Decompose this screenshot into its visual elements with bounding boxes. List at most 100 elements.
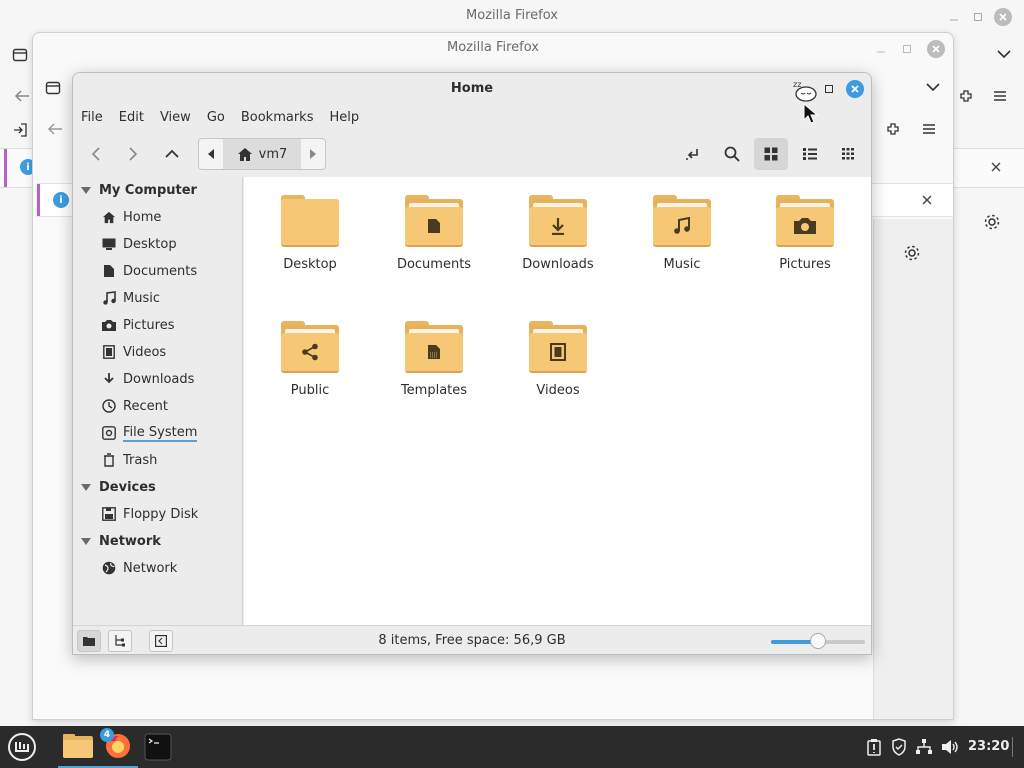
network-icon[interactable] — [914, 737, 934, 757]
search-icon — [724, 146, 740, 162]
path-right-button[interactable] — [301, 139, 325, 169]
icon-view-button[interactable] — [754, 138, 788, 170]
menu-icon[interactable] — [990, 86, 1010, 106]
maximize-button[interactable] — [968, 7, 988, 27]
extensions-icon[interactable] — [956, 86, 976, 106]
folder-label: Documents — [396, 257, 472, 272]
sidebar-item-music[interactable]: Music — [101, 288, 160, 308]
info-icon: i — [53, 192, 69, 208]
taskbar: 4 23:20 — [0, 726, 1024, 768]
folder-item-downloads[interactable]: Downloads — [503, 195, 613, 272]
zoom-slider-handle[interactable] — [810, 633, 826, 649]
location-toggle-button[interactable] — [675, 138, 709, 170]
folder-icon — [281, 195, 339, 247]
folder-icon — [653, 195, 711, 247]
back-arrow-icon[interactable] — [45, 119, 65, 139]
folder-icon — [529, 195, 587, 247]
up-button[interactable] — [157, 139, 187, 169]
sidebar-item-pictures[interactable]: Pictures — [101, 315, 174, 335]
folder-label: Videos — [536, 383, 580, 398]
sidebar-item-documents[interactable]: Documents — [101, 261, 197, 281]
back-button[interactable] — [81, 139, 111, 169]
tab-overview-icon[interactable] — [43, 77, 63, 97]
section-label: Network — [99, 533, 161, 549]
status-text: 8 items, Free space: 56,9 GB — [378, 633, 566, 648]
forward-button[interactable] — [118, 139, 148, 169]
music-icon — [674, 217, 690, 234]
menu-edit[interactable]: Edit — [119, 107, 152, 131]
sidebar-item-downloads[interactable]: Downloads — [101, 369, 194, 389]
folder-item-videos[interactable]: Videos — [503, 321, 613, 398]
close-button[interactable] — [927, 40, 945, 58]
extensions-icon[interactable] — [883, 119, 903, 139]
close-icon[interactable] — [919, 192, 935, 208]
gear-icon[interactable] — [982, 212, 1002, 232]
start-menu-button[interactable] — [2, 726, 42, 768]
status-bar: 8 items, Free space: 56,9 GB — [73, 625, 871, 654]
sidebar-item-desktop[interactable]: Desktop — [101, 234, 177, 254]
updates-icon[interactable] — [864, 737, 884, 757]
minimize-button[interactable] — [944, 7, 964, 27]
sleepy-cursor-icon: zz — [791, 79, 821, 103]
close-button[interactable] — [846, 80, 864, 98]
sidebar-item-label: Floppy Disk — [123, 506, 199, 522]
volume-icon[interactable] — [940, 737, 960, 757]
gear-icon[interactable] — [902, 243, 922, 263]
folder-item-documents[interactable]: Documents — [379, 195, 489, 272]
floppy-icon — [101, 506, 117, 522]
search-button[interactable] — [715, 138, 749, 170]
taskbar-app-files[interactable] — [58, 726, 98, 768]
folder-icon — [405, 321, 463, 373]
sidebar-section-network[interactable]: Network — [81, 531, 161, 551]
chevron-down-icon[interactable] — [994, 44, 1014, 64]
section-label: My Computer — [99, 182, 197, 198]
menu-go[interactable]: Go — [207, 107, 233, 131]
terminal-icon — [144, 733, 172, 761]
window-title: Home — [450, 81, 494, 96]
sidebar-section-my-computer[interactable]: My Computer — [81, 180, 197, 200]
zoom-slider[interactable] — [771, 633, 865, 649]
folder-label: Desktop — [283, 257, 337, 272]
menu-icon[interactable] — [919, 119, 939, 139]
path-left-button[interactable] — [199, 139, 223, 169]
close-button[interactable] — [994, 8, 1012, 26]
sidebar-item-file-system[interactable]: File System — [101, 423, 198, 443]
tab-overview-icon[interactable] — [10, 44, 30, 64]
sidebar-item-network[interactable]: Network — [101, 558, 177, 578]
shield-icon[interactable] — [889, 737, 909, 757]
folder-item-public[interactable]: Public — [255, 321, 365, 398]
show-desktop-button[interactable] — [1008, 737, 1018, 757]
list-view-button[interactable] — [793, 138, 827, 170]
grid-icon — [764, 147, 778, 161]
taskbar-app-terminal[interactable] — [138, 726, 178, 768]
sidebar-item-label: Recent — [123, 398, 168, 414]
titlebar[interactable]: Home zz — [73, 73, 871, 105]
sidebar-item-label: Documents — [123, 263, 198, 279]
minimize-button[interactable] — [871, 39, 891, 59]
path-crumb-home[interactable]: vm7 — [223, 139, 301, 169]
maximize-button[interactable] — [897, 39, 917, 59]
menu-view[interactable]: View — [160, 107, 199, 131]
sidebar-section-devices[interactable]: Devices — [81, 477, 156, 497]
sidebar-item-floppy-disk[interactable]: Floppy Disk — [101, 504, 198, 524]
sidebar-item-videos[interactable]: Videos — [101, 342, 166, 362]
menu-bookmarks[interactable]: Bookmarks — [241, 107, 322, 131]
menu-file[interactable]: File — [81, 107, 111, 131]
maximize-button[interactable] — [819, 79, 839, 99]
compact-view-button[interactable] — [832, 138, 866, 170]
sidebar-item-recent[interactable]: Recent — [101, 396, 168, 416]
sidebar-item-home[interactable]: Home — [101, 207, 161, 227]
folder-item-templates[interactable]: Templates — [379, 321, 489, 398]
close-icon[interactable] — [988, 159, 1004, 175]
sidebar-item-trash[interactable]: Trash — [101, 450, 157, 470]
taskbar-app-firefox[interactable]: 4 — [98, 726, 138, 768]
folder-item-desktop[interactable]: Desktop — [255, 195, 365, 272]
notification-accent — [37, 184, 40, 216]
folder-item-pictures[interactable]: Pictures — [750, 195, 860, 272]
folder-item-music[interactable]: Music — [627, 195, 737, 272]
back-arrow-icon[interactable] — [12, 86, 32, 106]
home-icon — [101, 209, 117, 225]
menu-help[interactable]: Help — [329, 107, 367, 131]
chevron-down-icon[interactable] — [923, 77, 943, 97]
sign-in-icon[interactable] — [10, 120, 30, 140]
